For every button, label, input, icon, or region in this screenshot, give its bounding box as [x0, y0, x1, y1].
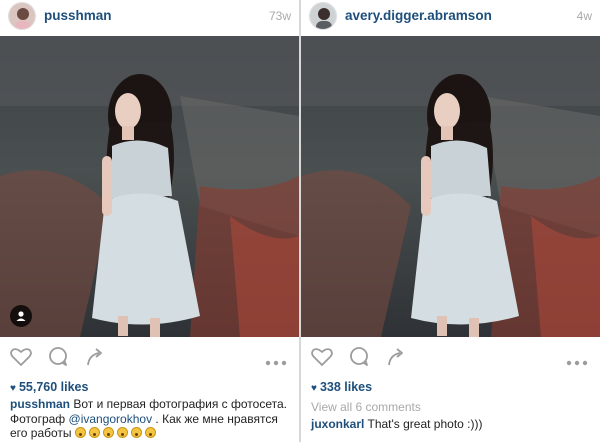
user-tag-icon[interactable]	[10, 305, 32, 327]
likes-count[interactable]: ♥ 55,760 likes	[10, 380, 88, 394]
comment-icon[interactable]	[346, 344, 372, 370]
caption-mention[interactable]: @ivangorokhov	[69, 412, 153, 426]
share-icon[interactable]	[82, 344, 108, 370]
likes-heart-icon: ♥	[10, 383, 16, 394]
likes-count[interactable]: ♥ 338 likes	[311, 380, 372, 394]
caption-line1: Вот и первая фотография с фотосета.	[73, 397, 287, 411]
comment-icon[interactable]	[45, 344, 71, 370]
scream-emoji-icon	[116, 427, 128, 438]
post-header: avery.digger.abramson 4w	[301, 0, 600, 34]
scream-emoji-icon	[144, 427, 156, 438]
likes-text: 55,760 likes	[18, 380, 89, 394]
caption-username[interactable]: pusshman	[10, 397, 70, 411]
scream-emoji-icon	[130, 427, 142, 438]
post-avery: avery.digger.abramson 4w ♥ 338 likes Vie…	[301, 0, 600, 442]
post-photo[interactable]	[0, 36, 299, 337]
caption-line2-prefix: Фотограф	[10, 411, 66, 426]
post-time: 73w	[268, 9, 291, 23]
comment: juxonkarl That's great photo :)))	[311, 417, 483, 431]
scream-emoji-icon	[74, 427, 86, 438]
view-all-comments-link[interactable]: View all 6 comments	[311, 400, 421, 414]
more-options-icon[interactable]	[566, 353, 588, 366]
likes-text: 338 likes	[319, 380, 373, 394]
post-photo[interactable]	[301, 36, 600, 337]
post-actions	[301, 340, 600, 372]
avatar[interactable]	[309, 2, 337, 30]
comment-username[interactable]: juxonkarl	[311, 417, 364, 431]
avatar[interactable]	[8, 2, 36, 30]
share-icon[interactable]	[383, 344, 409, 370]
post-time: 4w	[576, 9, 592, 23]
post-username[interactable]: pusshman	[44, 8, 112, 23]
post-caption: pusshman Вот и первая фотография с фотос…	[10, 397, 295, 441]
more-options-icon[interactable]	[265, 353, 287, 366]
scream-emoji-icon	[102, 427, 114, 438]
heart-icon[interactable]	[8, 344, 34, 370]
likes-heart-icon: ♥	[311, 383, 317, 394]
post-header: pusshman 73w	[0, 0, 299, 34]
post-pusshman: pusshman 73w ♥ 55,760 likes pusshman Вот…	[0, 0, 299, 442]
post-username[interactable]: avery.digger.abramson	[345, 8, 492, 23]
emoji-row	[74, 426, 159, 440]
post-actions	[0, 340, 299, 372]
comment-text: That's great photo :)))	[367, 417, 483, 431]
caption-line2-suffix: . Как же мне нравятся	[155, 411, 278, 426]
heart-icon[interactable]	[309, 344, 335, 370]
caption-line3: его работы	[10, 426, 72, 440]
scream-emoji-icon	[88, 427, 100, 438]
